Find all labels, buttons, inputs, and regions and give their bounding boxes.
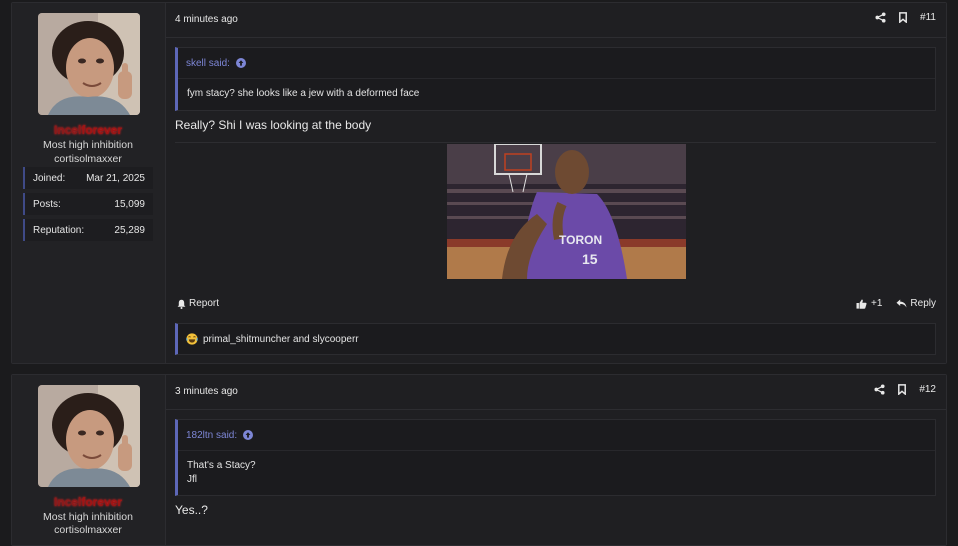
quote-block: skell said: fym stacy? she looks like a … xyxy=(175,47,936,111)
arrow-up-circle-icon[interactable] xyxy=(235,58,246,68)
quote-line: Jfl xyxy=(187,474,197,485)
user-subtitle: cortisolmaxxer xyxy=(54,153,122,165)
avatar[interactable] xyxy=(38,385,140,487)
stat-value: 15,099 xyxy=(114,198,145,210)
post-time[interactable]: 4 minutes ago xyxy=(175,14,238,25)
post-12: Incelforever Most high inhibition cortis… xyxy=(11,374,947,546)
bookmark-icon[interactable] xyxy=(898,12,908,23)
svg-text:TORON: TORON xyxy=(559,233,602,247)
quote-author[interactable]: skell said: xyxy=(186,58,230,69)
post-11: Incelforever Most high inhibition cortis… xyxy=(11,2,947,364)
arrow-up-circle-icon[interactable] xyxy=(243,430,254,440)
user-sidebar: Incelforever Most high inhibition cortis… xyxy=(12,375,164,545)
bookmark-icon[interactable] xyxy=(897,384,907,395)
stat-value: Mar 21, 2025 xyxy=(86,172,145,184)
quote-text: That's a Stacy? Jfl xyxy=(178,451,935,495)
post-content: 4 minutes ago #11 skell said: fym stacy?… xyxy=(165,3,946,363)
reply-button[interactable]: Reply xyxy=(896,298,936,309)
quote-header[interactable]: skell said: xyxy=(178,48,935,79)
report-button[interactable]: Report xyxy=(177,298,219,309)
reply-label: Reply xyxy=(910,298,936,309)
footer-actions: +1 Reply xyxy=(856,298,936,309)
post-meta: 4 minutes ago #11 xyxy=(166,3,946,38)
stat-joined: Joined: Mar 21, 2025 xyxy=(23,167,153,189)
username-part: forever xyxy=(81,495,123,509)
post-message: Yes..? xyxy=(175,503,208,517)
stat-label: Reputation: xyxy=(33,224,85,236)
embedded-gif[interactable]: TORON 15 xyxy=(447,144,686,279)
like-count: +1 xyxy=(871,298,883,309)
stat-label: Posts: xyxy=(33,198,61,210)
reactions-text[interactable]: primal_shitmuncher and slycooperr xyxy=(203,334,359,345)
reactions-bar[interactable]: primal_shitmuncher and slycooperr xyxy=(175,323,936,355)
username-part: Incel xyxy=(53,495,82,509)
post-time[interactable]: 3 minutes ago xyxy=(175,386,238,397)
post-content: 3 minutes ago #12 182ltn said: That's a … xyxy=(165,375,946,545)
quote-author[interactable]: 182ltn said: xyxy=(186,430,237,441)
stat-label: Joined: xyxy=(33,172,66,184)
post-number[interactable]: #12 xyxy=(919,384,936,395)
user-title: Most high inhibition xyxy=(43,511,133,523)
username-part: Incel xyxy=(53,123,82,137)
user-title: Most high inhibition xyxy=(43,139,133,151)
post-number[interactable]: #11 xyxy=(920,12,936,23)
post-message: Really? Shi I was looking at the body xyxy=(175,118,372,132)
post-actions: #11 xyxy=(875,12,936,23)
reply-icon xyxy=(896,299,907,308)
laughing-emoji-icon xyxy=(186,333,198,345)
bell-icon xyxy=(177,299,186,309)
svg-text:15: 15 xyxy=(582,251,598,267)
quote-line: That's a Stacy? xyxy=(187,460,256,471)
quote-text: fym stacy? she looks like a jew with a d… xyxy=(187,88,420,99)
username-part: forever xyxy=(81,123,123,137)
username[interactable]: Incelforever xyxy=(12,123,164,137)
like-button[interactable]: +1 xyxy=(856,298,882,309)
share-icon[interactable] xyxy=(875,12,886,23)
avatar[interactable] xyxy=(38,13,140,115)
stat-posts: Posts: 15,099 xyxy=(23,193,153,215)
stat-value: 25,289 xyxy=(114,224,145,236)
thumbs-up-icon xyxy=(856,299,867,309)
report-label: Report xyxy=(189,298,220,309)
user-sidebar: Incelforever Most high inhibition cortis… xyxy=(12,3,164,363)
quote-header[interactable]: 182ltn said: xyxy=(178,420,935,451)
share-icon[interactable] xyxy=(874,384,885,395)
stat-reputation: Reputation: 25,289 xyxy=(23,219,153,241)
post-meta: 3 minutes ago #12 xyxy=(166,375,946,410)
post-actions: #12 xyxy=(874,384,936,395)
username[interactable]: Incelforever xyxy=(12,495,164,509)
user-subtitle: cortisolmaxxer xyxy=(54,524,122,536)
divider xyxy=(175,142,936,143)
quote-block: 182ltn said: That's a Stacy? Jfl xyxy=(175,419,936,496)
